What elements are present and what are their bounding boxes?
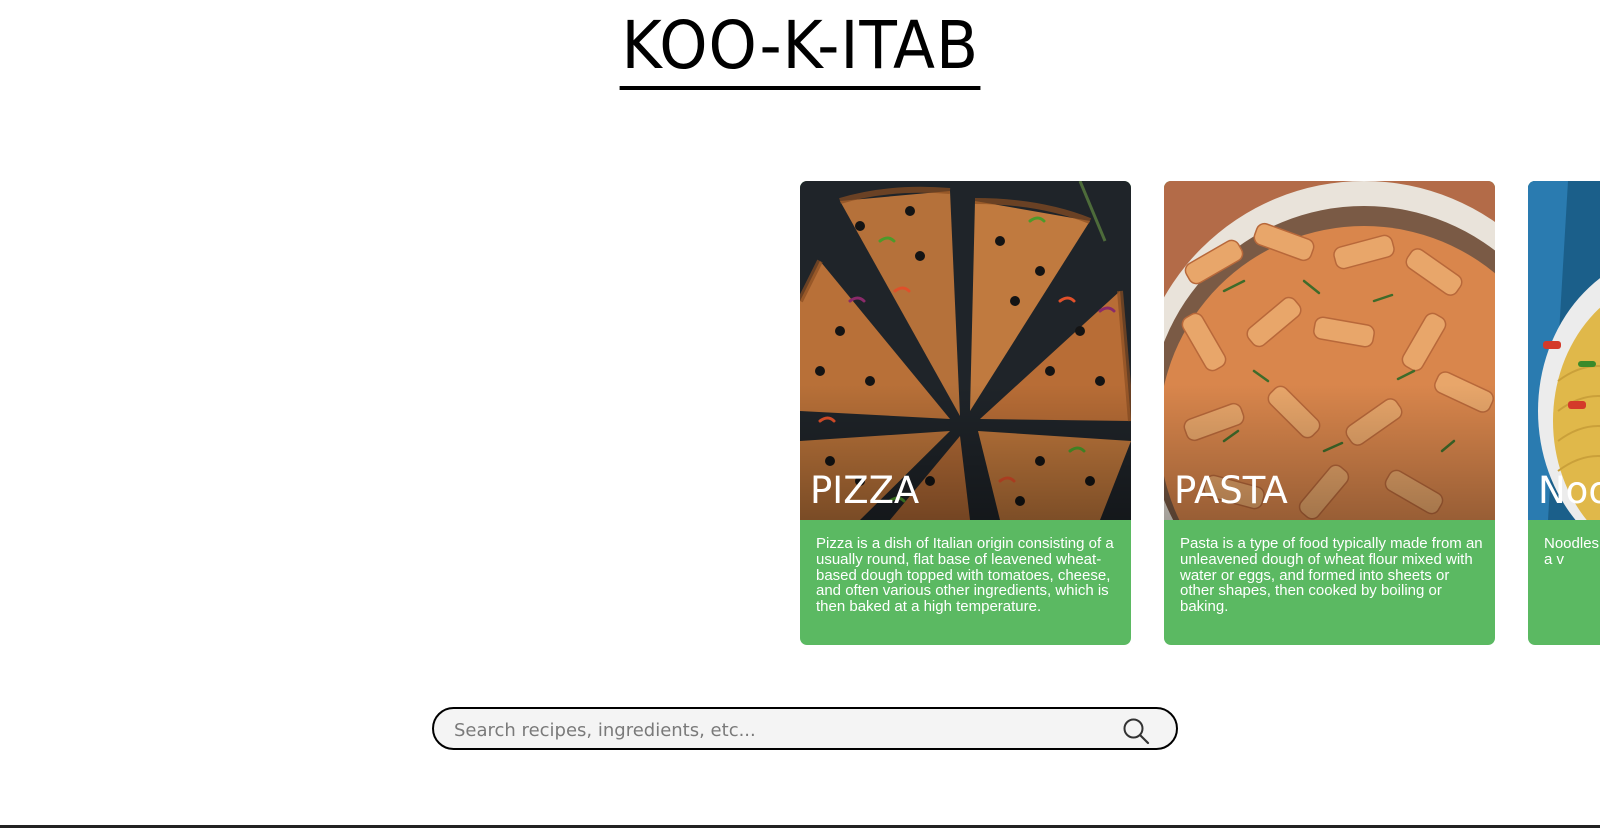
noodles-image: Noo xyxy=(1528,181,1600,520)
card-title: Noo xyxy=(1538,469,1600,512)
search-input[interactable] xyxy=(452,714,1106,746)
pasta-image: PASTA xyxy=(1164,181,1495,520)
card-description: Pizza is a dish of Italian origin consis… xyxy=(816,535,1114,616)
recipe-card-pasta[interactable]: PASTA Pasta is a type of food typically … xyxy=(1164,181,1495,645)
search-bar xyxy=(432,707,1178,750)
card-title: PIZZA xyxy=(810,469,920,512)
card-title: PASTA xyxy=(1174,469,1288,512)
pizza-image: PIZZA xyxy=(800,181,1131,520)
card-description: Pasta is a type of food typically made f… xyxy=(1180,535,1483,616)
recipe-carousel: PIZZA Pizza is a dish of Italian origin … xyxy=(0,181,1600,646)
page: KOO-K-ITAB PIZZA Pizza is a dish of Ital… xyxy=(0,0,1600,828)
search-icon[interactable] xyxy=(1122,717,1150,745)
recipe-card-noodles[interactable]: Noo Noodles unleave flat and long str st… xyxy=(1528,181,1600,645)
card-description: Noodles unleave flat and long str staple… xyxy=(1544,535,1600,568)
site-title: KOO-K-ITAB xyxy=(0,6,1600,90)
recipe-card-pizza[interactable]: PIZZA Pizza is a dish of Italian origin … xyxy=(800,181,1131,645)
site-title-text[interactable]: KOO-K-ITAB xyxy=(619,6,981,90)
